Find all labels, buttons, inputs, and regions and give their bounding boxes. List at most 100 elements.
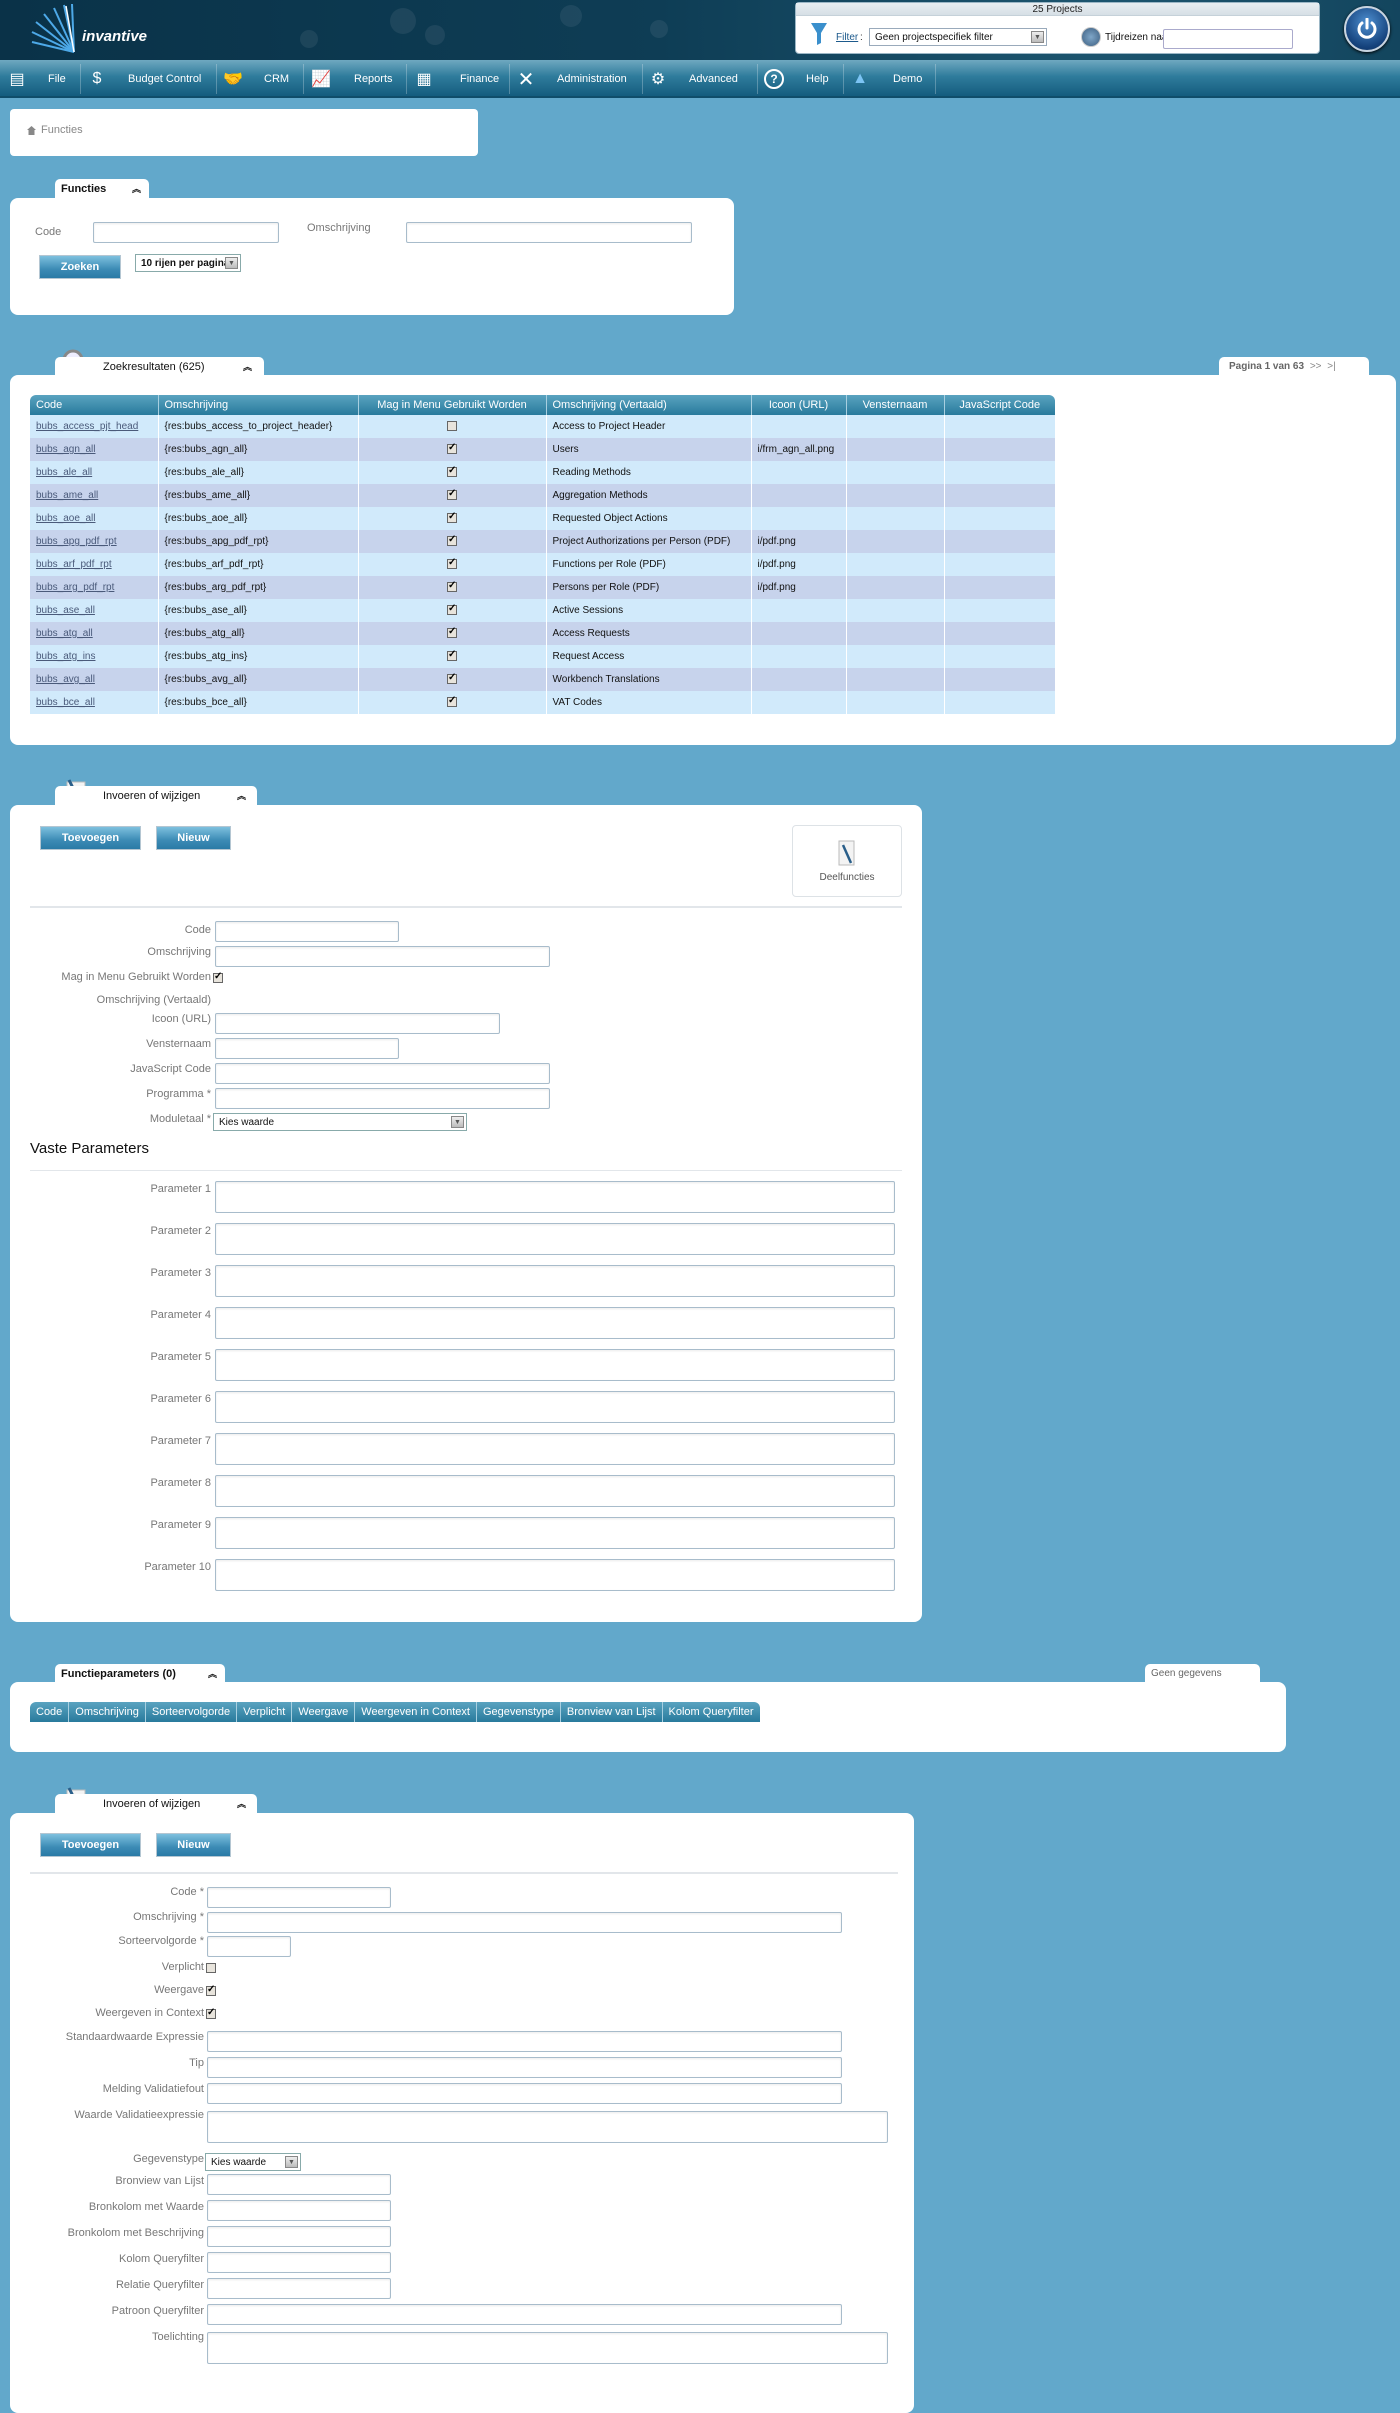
table-row[interactable]: bubs_ase_all {res:bubs_ase_all} Active Ses… bbox=[30, 599, 1056, 622]
standaardwaarde-input[interactable] bbox=[207, 2031, 842, 2052]
function-code-link[interactable]: bubs_avg_all bbox=[36, 674, 95, 685]
menu-finance[interactable]: ▦ Finance bbox=[413, 60, 499, 98]
table-row[interactable]: bubs_apg_pdf_rpt {res:bubs_apg_pdf_rpt} Pr… bbox=[30, 530, 1056, 553]
menu-administration[interactable]: ✕ Administration bbox=[515, 60, 627, 98]
menu-budget-control[interactable]: $ Budget Control bbox=[86, 60, 202, 98]
edit-param-panel-tab[interactable]: Invoeren of wijzigen ︽ bbox=[55, 1794, 257, 1814]
results-panel-tab[interactable]: Zoekresultaten (625) ︽ bbox=[55, 357, 264, 377]
weergeven-context-checkbox[interactable] bbox=[206, 2007, 216, 2019]
column-header[interactable]: Bronview van Lijst bbox=[560, 1702, 663, 1722]
code-input[interactable] bbox=[215, 921, 399, 942]
javascript-input[interactable] bbox=[215, 1063, 550, 1084]
column-header[interactable]: Sorteervolgorde bbox=[145, 1702, 238, 1722]
rows-per-page-select[interactable]: 10 rijen per pagina ▼ bbox=[135, 254, 241, 272]
collapse-icon[interactable]: ︽ bbox=[237, 786, 246, 806]
column-header[interactable]: JavaScript Code bbox=[944, 395, 1055, 415]
menu-reports[interactable]: 📈 Reports bbox=[310, 60, 393, 98]
column-header[interactable]: Verplicht bbox=[237, 1702, 293, 1722]
weergave-checkbox[interactable] bbox=[206, 1984, 216, 1996]
function-code-link[interactable]: bubs_ame_all bbox=[36, 490, 98, 501]
param-code-input[interactable] bbox=[207, 1887, 391, 1908]
column-header[interactable]: Weergave bbox=[292, 1702, 356, 1722]
parameter-5-input[interactable] bbox=[215, 1349, 895, 1381]
table-row[interactable]: bubs_arf_pdf_rpt {res:bubs_arf_pdf_rpt} Fu… bbox=[30, 553, 1056, 576]
function-code-link[interactable]: bubs_ale_all bbox=[36, 467, 92, 478]
function-code-link[interactable]: bubs_apg_pdf_rpt bbox=[36, 536, 117, 547]
function-code-link[interactable]: bubs_arg_pdf_rpt bbox=[36, 582, 114, 593]
collapse-icon[interactable]: ︽ bbox=[237, 1794, 246, 1814]
functionparams-panel-tab[interactable]: Functieparameters (0) ︽ bbox=[55, 1664, 225, 1684]
pager-last[interactable]: >| bbox=[1327, 361, 1335, 372]
table-row[interactable]: bubs_ame_all {res:bubs_ame_all} Aggregatio… bbox=[30, 484, 1056, 507]
invantive-logo[interactable]: invantive bbox=[30, 3, 147, 54]
time-travel-input[interactable] bbox=[1163, 29, 1293, 49]
menu-demo[interactable]: ▲ Demo bbox=[849, 60, 922, 98]
column-header[interactable]: Gegevenstype bbox=[476, 1702, 561, 1722]
parameter-10-input[interactable] bbox=[215, 1559, 895, 1591]
waarde-validatie-input[interactable] bbox=[207, 2111, 888, 2143]
filter-link[interactable]: Filter bbox=[836, 32, 858, 43]
programma-input[interactable] bbox=[215, 1088, 550, 1109]
parameter-9-input[interactable] bbox=[215, 1517, 895, 1549]
table-row[interactable]: bubs_bce_all {res:bubs_bce_all} VAT Codes bbox=[30, 691, 1056, 714]
menu-usable-checkbox[interactable] bbox=[213, 971, 223, 983]
function-code-link[interactable]: bubs_atg_all bbox=[36, 628, 93, 639]
column-header[interactable]: Mag in Menu Gebruikt Worden bbox=[358, 395, 547, 415]
parameter-2-input[interactable] bbox=[215, 1223, 895, 1255]
bronkolom-waarde-input[interactable] bbox=[207, 2200, 391, 2221]
logout-button[interactable] bbox=[1344, 6, 1390, 52]
new-button[interactable]: Nieuw bbox=[156, 1833, 231, 1857]
table-row[interactable]: bubs_avg_all {res:bubs_avg_all} Workbench … bbox=[30, 668, 1056, 691]
function-code-link[interactable]: bubs_agn_all bbox=[36, 444, 96, 455]
table-row[interactable]: bubs_agn_all {res:bubs_agn_all} Usersi/frm… bbox=[30, 438, 1056, 461]
function-code-link[interactable]: bubs_bce_all bbox=[36, 697, 95, 708]
column-header[interactable]: Icoon (URL) bbox=[751, 395, 847, 415]
collapse-icon[interactable]: ︽ bbox=[208, 1664, 217, 1684]
parameter-6-input[interactable] bbox=[215, 1391, 895, 1423]
table-row[interactable]: bubs_access_pjt_head {res:bubs_access_to_… bbox=[30, 415, 1056, 438]
function-code-link[interactable]: bubs_arf_pdf_rpt bbox=[36, 559, 112, 570]
function-code-link[interactable]: bubs_ase_all bbox=[36, 605, 95, 616]
table-row[interactable]: bubs_aoe_all {res:bubs_aoe_all} Requested … bbox=[30, 507, 1056, 530]
bronview-input[interactable] bbox=[207, 2174, 391, 2195]
parameter-3-input[interactable] bbox=[215, 1265, 895, 1297]
tip-input[interactable] bbox=[207, 2057, 842, 2078]
add-button[interactable]: Toevoegen bbox=[40, 1833, 141, 1857]
menu-crm[interactable]: 🤝 CRM bbox=[222, 60, 289, 98]
toelichting-input[interactable] bbox=[207, 2332, 888, 2364]
parameter-8-input[interactable] bbox=[215, 1475, 895, 1507]
omschrijving-search-input[interactable] bbox=[406, 222, 692, 243]
melding-validatiefout-input[interactable] bbox=[207, 2083, 842, 2104]
param-omschrijving-input[interactable] bbox=[207, 1912, 842, 1933]
table-row[interactable]: bubs_arg_pdf_rpt {res:bubs_arg_pdf_rpt} Pe… bbox=[30, 576, 1056, 599]
icoon-input[interactable] bbox=[215, 1013, 500, 1034]
function-code-link[interactable]: bubs_aoe_all bbox=[36, 513, 96, 524]
project-filter-select[interactable]: Geen projectspecifiek filter ▼ bbox=[869, 28, 1047, 46]
column-header[interactable]: Code bbox=[30, 395, 159, 415]
new-button[interactable]: Nieuw bbox=[156, 826, 231, 850]
vensternaam-input[interactable] bbox=[215, 1038, 399, 1059]
menu-advanced[interactable]: ⚙ Advanced bbox=[647, 60, 738, 98]
moduletaal-select[interactable]: Kies waarde ▼ bbox=[213, 1113, 467, 1131]
collapse-icon[interactable]: ︽ bbox=[132, 179, 141, 199]
table-row[interactable]: bubs_atg_all {res:bubs_atg_all} Access Req… bbox=[30, 622, 1056, 645]
function-code-link[interactable]: bubs_access_pjt_head bbox=[36, 421, 138, 432]
code-search-input[interactable] bbox=[93, 222, 279, 243]
verplicht-checkbox[interactable] bbox=[206, 1963, 216, 1973]
kolom-queryfilter-input[interactable] bbox=[207, 2252, 391, 2273]
add-button[interactable]: Toevoegen bbox=[40, 826, 141, 850]
column-header[interactable]: Omschrijving bbox=[158, 395, 359, 415]
menu-file[interactable]: ▤ File bbox=[6, 60, 65, 98]
home-icon[interactable] bbox=[27, 126, 36, 135]
patroon-queryfilter-input[interactable] bbox=[207, 2304, 842, 2325]
pager-next[interactable]: >> bbox=[1310, 361, 1322, 372]
menu-help[interactable]: ? Help bbox=[764, 60, 829, 98]
edit-panel-tab[interactable]: Invoeren of wijzigen ︽ bbox=[55, 786, 257, 806]
subfunctions-button[interactable]: Deelfuncties bbox=[792, 825, 902, 897]
relatie-queryfilter-input[interactable] bbox=[207, 2278, 391, 2299]
omschrijving-input[interactable] bbox=[215, 946, 550, 967]
parameter-4-input[interactable] bbox=[215, 1307, 895, 1339]
column-header[interactable]: Vensternaam bbox=[846, 395, 945, 415]
column-header[interactable]: Kolom Queryfilter bbox=[662, 1702, 760, 1722]
function-code-link[interactable]: bubs_atg_ins bbox=[36, 651, 96, 662]
